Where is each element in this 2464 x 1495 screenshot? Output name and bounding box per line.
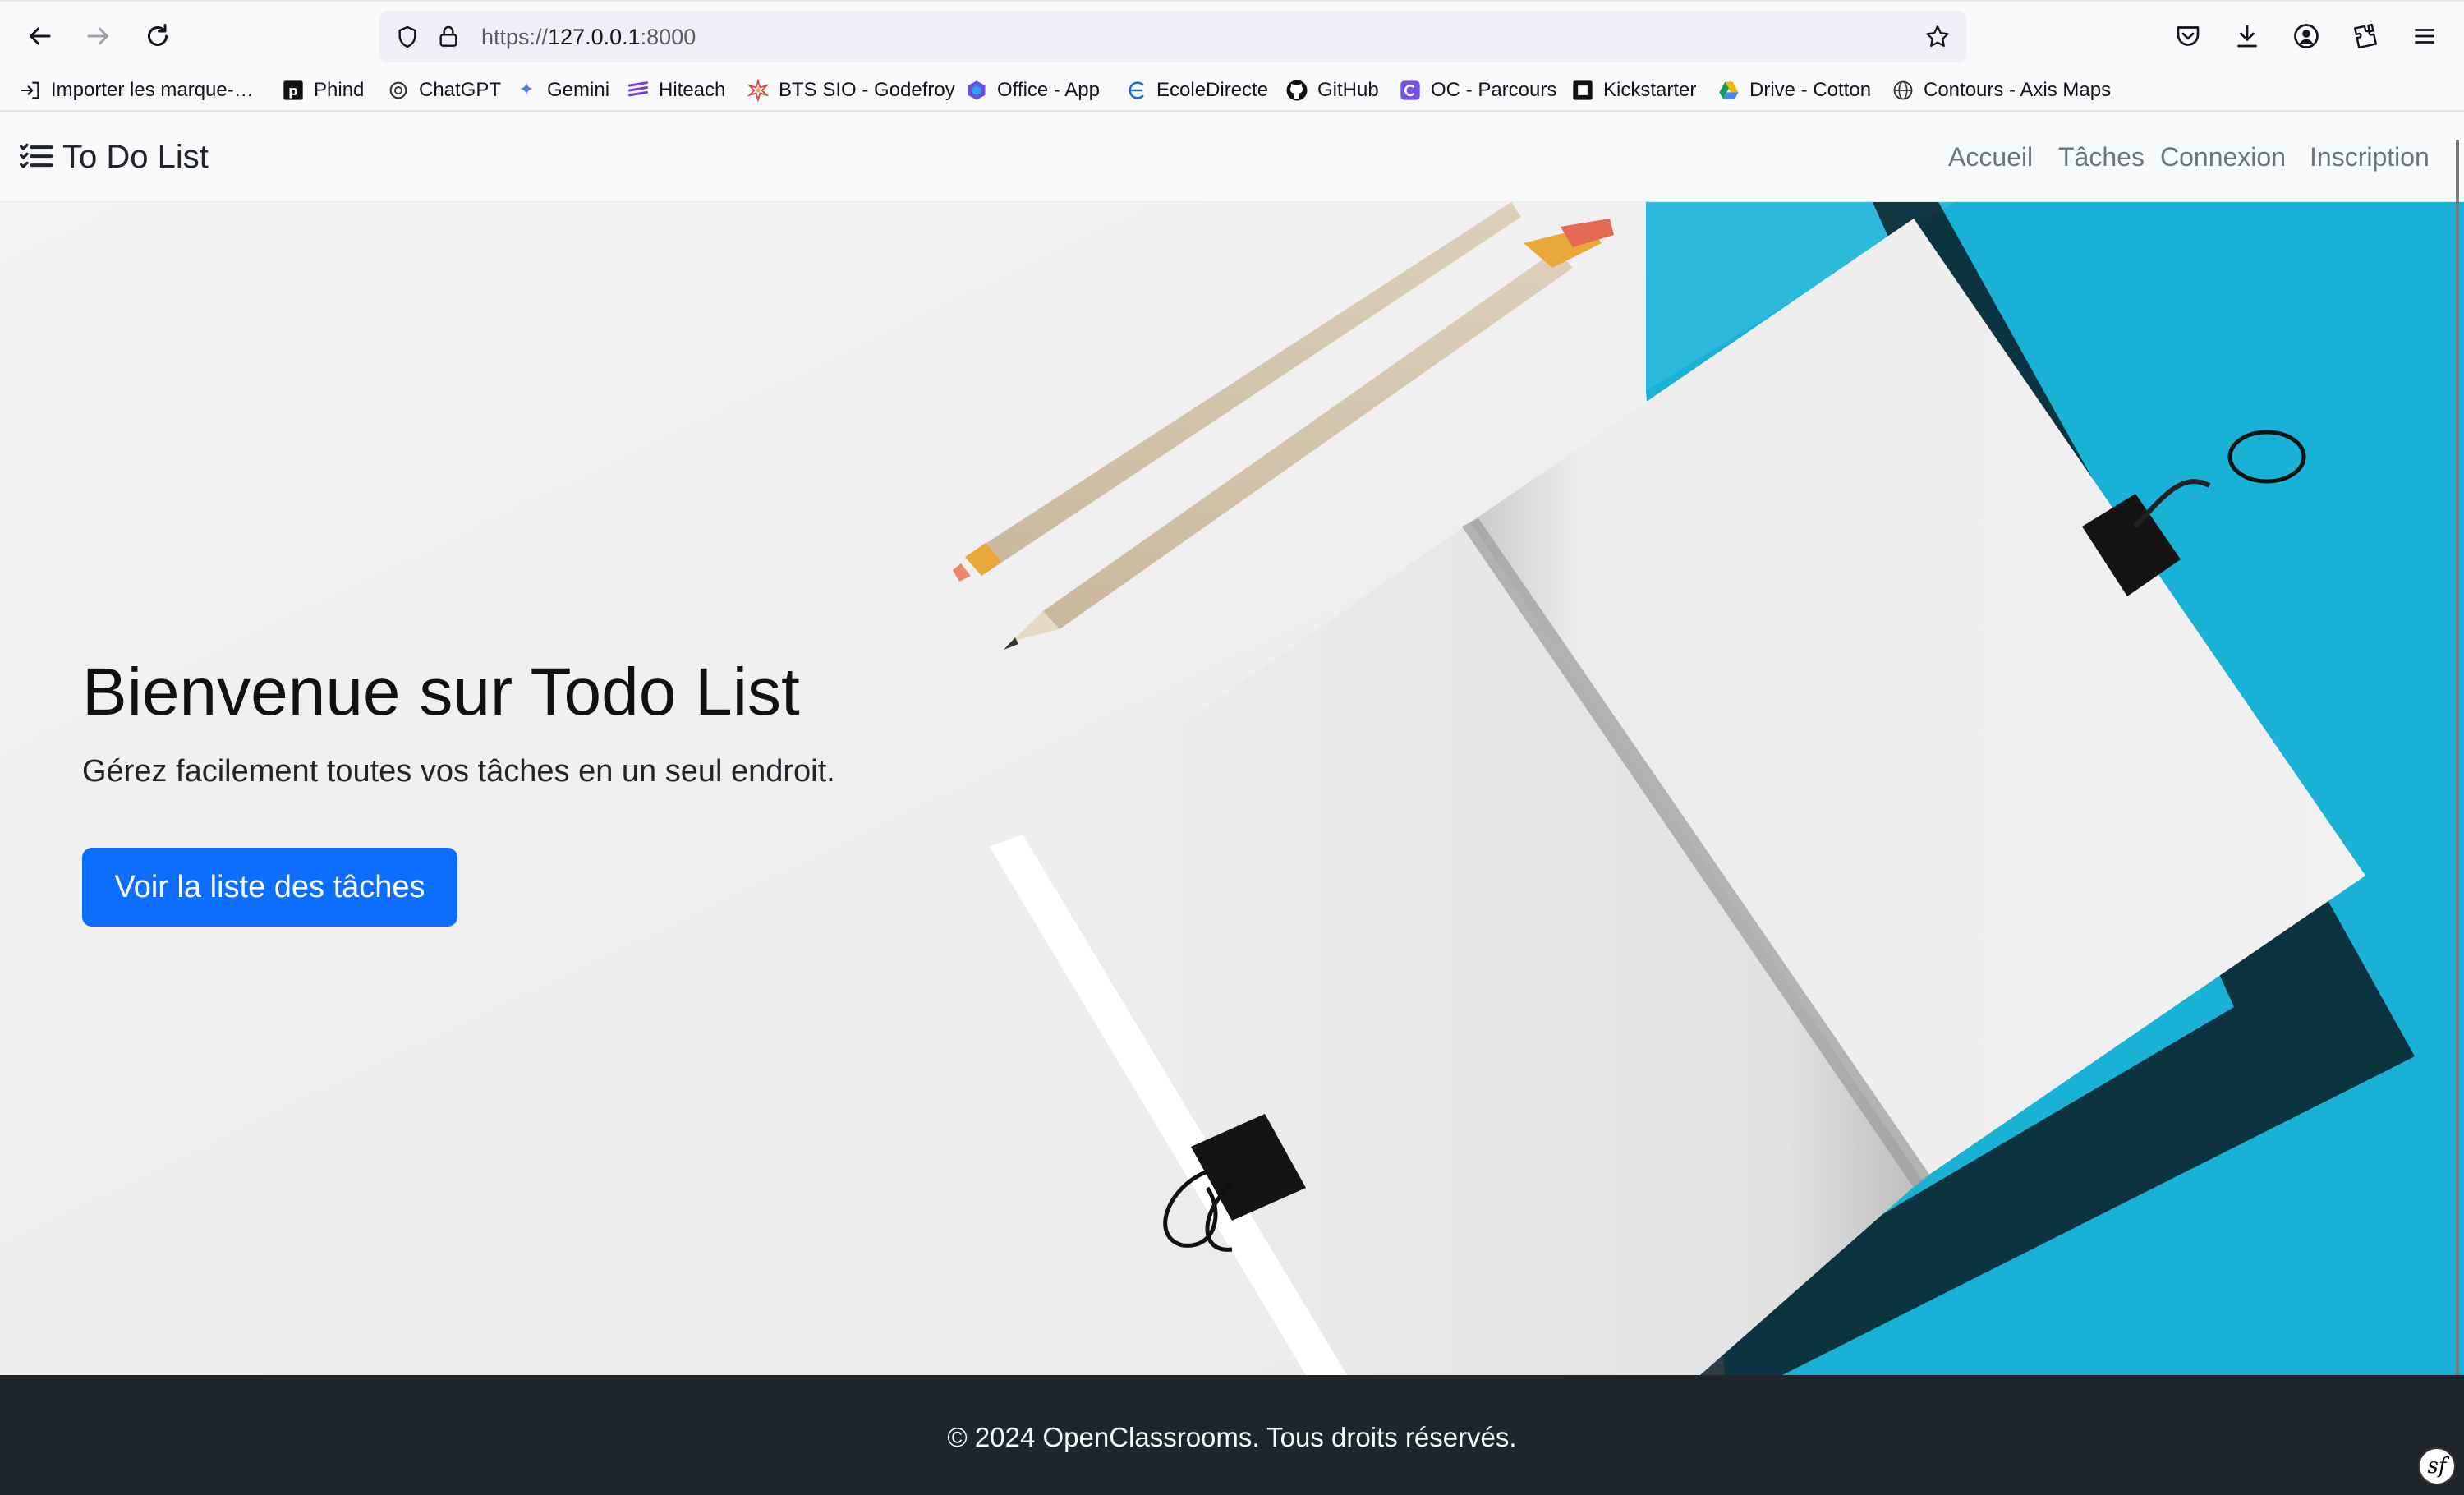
bookmark-label: Hiteach: [659, 79, 726, 101]
bookmark-label: ChatGPT: [419, 79, 502, 101]
symfony-toolbar-icon[interactable]: sf: [2418, 1447, 2456, 1485]
url-host: 127.0.0.1: [548, 25, 641, 49]
site-footer: © 2024 OpenClassrooms. Tous droits réser…: [0, 1375, 2464, 1495]
reload-button[interactable]: [135, 13, 181, 59]
bookmark-label: OC - Parcours: [1431, 79, 1557, 101]
kickstarter-icon: [1570, 78, 1595, 103]
forward-icon: [87, 27, 108, 45]
shield-icon: [398, 25, 416, 48]
openclassrooms-icon: [1398, 78, 1423, 103]
bookmark-label: Drive - Cotton: [1749, 79, 1872, 101]
nav-link-accueil[interactable]: Accueil: [1948, 136, 2033, 177]
bookmark-hiteach[interactable]: Hiteach: [626, 76, 725, 105]
lock-icon: [439, 25, 457, 47]
star-burst-icon: [746, 78, 770, 103]
view-tasks-button[interactable]: Voir la liste des tâches: [82, 848, 457, 927]
url-port: :8000: [640, 25, 696, 49]
google-drive-icon: [1717, 78, 1741, 103]
download-icon: [2237, 25, 2257, 48]
github-icon: [1285, 78, 1309, 103]
bookmark-phind[interactable]: p Phind: [281, 76, 364, 105]
site-navbar: To Do List Accueil Tâches Connexion Insc…: [0, 112, 2464, 202]
bookmark-label: Kickstarter: [1603, 79, 1697, 101]
hero-title: Bienvenue sur Todo List: [82, 655, 800, 729]
bookmarks-bar: Importer les marque-… p Phind ChatGPT Ge…: [0, 69, 2464, 112]
navbar-brand[interactable]: To Do List: [18, 136, 209, 177]
bookmark-import[interactable]: Importer les marque-…: [18, 76, 254, 105]
pocket-icon: [2177, 26, 2200, 46]
phind-icon: p: [281, 78, 306, 103]
bookmark-label: Contours - Axis Maps: [1924, 79, 2112, 101]
footer-copyright: © 2024 OpenClassrooms. Tous droits réser…: [947, 1422, 1517, 1452]
bookmark-kickstarter[interactable]: Kickstarter: [1570, 76, 1696, 105]
hero-subtitle: Gérez facilement toutes vos tâches en un…: [82, 754, 835, 789]
bookmark-gemini[interactable]: Gemini: [514, 76, 609, 105]
chatgpt-icon: [386, 78, 411, 103]
bookmark-ecoledirecte[interactable]: EcoleDirecte: [1124, 76, 1268, 105]
forward-button[interactable]: [76, 13, 122, 59]
bookmark-label: Importer les marque-…: [51, 79, 254, 101]
hero-section: Bienvenue sur Todo List Gérez facilement…: [0, 202, 2464, 1375]
globe-icon: [1891, 78, 1915, 103]
url-bar[interactable]: https://127.0.0.1:8000: [379, 12, 1966, 62]
reload-icon: [148, 24, 168, 46]
hiteach-icon: [626, 78, 650, 103]
downloads-button[interactable]: [2224, 13, 2270, 59]
bookmark-label: Office - App: [997, 79, 1100, 101]
page-scrollbar[interactable]: [2456, 140, 2459, 1487]
back-icon: [30, 27, 51, 45]
url-scheme: https://: [481, 25, 549, 49]
bookmark-oc-parcours[interactable]: OC - Parcours: [1398, 76, 1556, 105]
account-icon: [2294, 24, 2319, 48]
bookmark-label: Phind: [314, 79, 365, 101]
browser-toolbar: https://127.0.0.1:8000: [0, 0, 2464, 69]
ecoledirecte-icon: [1124, 78, 1148, 103]
nav-link-connexion[interactable]: Connexion: [2160, 136, 2286, 177]
bookmark-chatgpt[interactable]: ChatGPT: [386, 76, 501, 105]
list-check-icon: [20, 143, 53, 168]
pocket-button[interactable]: [2165, 13, 2211, 59]
office-icon: [964, 78, 989, 103]
svg-text:p: p: [288, 83, 298, 99]
bookmark-label: Gemini: [547, 79, 610, 101]
bookmark-contours[interactable]: Contours - Axis Maps: [1891, 76, 2111, 105]
bookmark-drive[interactable]: Drive - Cotton: [1717, 76, 1871, 105]
extensions-icon: [2354, 23, 2377, 49]
nav-link-taches[interactable]: Tâches: [2058, 136, 2145, 177]
url-text: https://127.0.0.1:8000: [481, 12, 696, 62]
menu-icon: [2415, 29, 2434, 44]
import-icon: [18, 78, 43, 103]
bookmark-label: GitHub: [1317, 79, 1379, 101]
gemini-icon: [514, 78, 539, 103]
star-icon[interactable]: [1924, 23, 1951, 51]
brand-label: To Do List: [62, 138, 209, 175]
bookmark-office[interactable]: Office - App: [964, 76, 1100, 105]
bookmark-label: BTS SIO - Godefroy: [779, 79, 955, 101]
back-button[interactable]: [16, 13, 62, 59]
bookmark-label: EcoleDirecte: [1156, 79, 1269, 101]
bookmark-github[interactable]: GitHub: [1285, 76, 1379, 105]
bookmark-bts-sio[interactable]: BTS SIO - Godefroy: [746, 76, 955, 105]
nav-link-inscription[interactable]: Inscription: [2310, 136, 2430, 177]
menu-button[interactable]: [2402, 13, 2448, 59]
account-button[interactable]: [2283, 13, 2329, 59]
extensions-button[interactable]: [2342, 13, 2388, 59]
